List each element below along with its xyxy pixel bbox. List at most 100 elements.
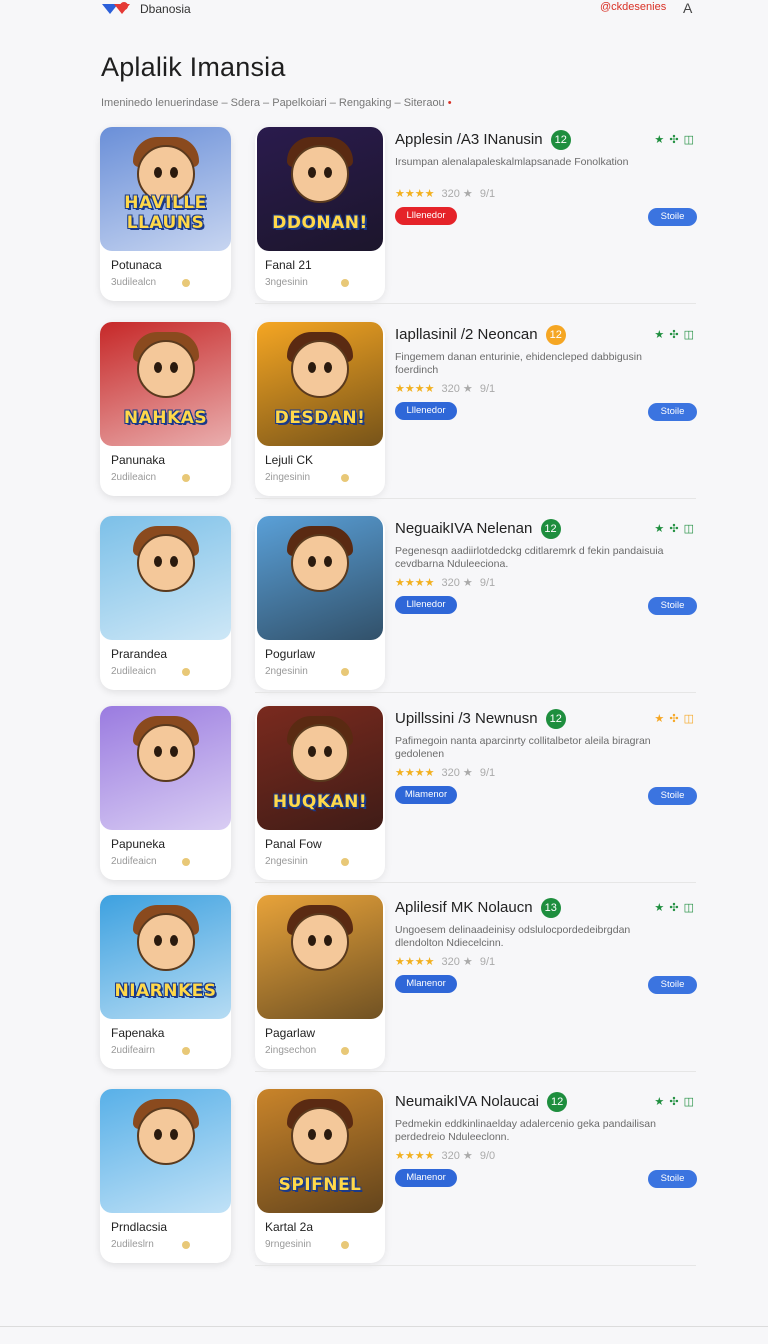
app-card-subtitle: 2udileaicn	[111, 472, 157, 483]
rating-icons: ★ ✣ ◫	[654, 1096, 695, 1108]
app-card-name[interactable]: Lejuli CK	[265, 453, 313, 467]
app-title[interactable]: NeumaikIVA Nolaucai 12	[395, 1092, 568, 1112]
rating-count: 9/1	[479, 956, 496, 968]
app-thumbnail[interactable]	[257, 516, 383, 640]
app-card[interactable]: HUQKAN! Panal Fow 2ngesinin	[255, 706, 385, 880]
star-icons: ★★★★	[395, 767, 435, 779]
app-card[interactable]: NIARNKES Fapenaka 2udifeairn	[100, 895, 231, 1069]
app-card-subtitle: 2udileslrn	[111, 1239, 154, 1250]
thumbnail-title: NIARNKES	[114, 981, 217, 1001]
app-card[interactable]: SPIFNEL Kartal 2a 9rngesinin	[255, 1089, 385, 1263]
character-icon	[136, 1107, 195, 1165]
install-button[interactable]: Lllenedor	[395, 402, 457, 420]
app-title-text[interactable]: Applesin /A3 INanusin	[395, 131, 543, 148]
app-thumbnail[interactable]: NIARNKES	[100, 895, 231, 1019]
age-badge: 13	[540, 898, 561, 918]
rating-count: 9/1	[479, 383, 496, 395]
app-card[interactable]: Prarandea 2udileaicn	[100, 516, 231, 690]
app-thumbnail[interactable]: SPIFNEL	[257, 1089, 383, 1213]
app-card-name[interactable]: Fanal 21	[265, 258, 312, 272]
star-icons: ★★★★	[395, 956, 435, 968]
app-title-text[interactable]: NeguaikIVA Nelenan	[395, 520, 532, 537]
app-card-name[interactable]: Panunaka	[111, 453, 165, 467]
open-button[interactable]: Stoile	[648, 208, 697, 226]
app-thumbnail[interactable]	[100, 706, 231, 830]
app-title[interactable]: Iapllasinil /2 Neoncan 12	[395, 325, 566, 345]
app-title[interactable]: Applesin /A3 INanusin 12	[395, 130, 571, 150]
app-thumbnail[interactable]: DESDAN!	[257, 322, 383, 446]
app-card[interactable]: Prndlacsia 2udileslrn	[100, 1089, 231, 1263]
app-thumbnail[interactable]: HAVILLE LLAUNS	[100, 127, 231, 251]
app-card-name[interactable]: Panal Fow	[265, 837, 322, 851]
breadcrumb-text[interactable]: Imeninedo lenuerindase – Sdera – Papelko…	[101, 97, 445, 109]
app-card-name[interactable]: Prndlacsia	[111, 1220, 167, 1234]
app-thumbnail[interactable]: DDONAN!	[257, 127, 383, 251]
app-title-text[interactable]: NeumaikIVA Nolaucai	[395, 1093, 539, 1110]
rating-icons: ★ ✣ ◫	[654, 134, 695, 146]
install-button[interactable]: Lllenedor	[395, 596, 457, 614]
install-button[interactable]: Mlanenor	[395, 975, 457, 993]
account-link[interactable]: @ckdesenies	[600, 1, 666, 13]
row-divider	[255, 498, 696, 499]
app-title-text[interactable]: Aplilesif MK Nolaucn	[395, 899, 533, 916]
app-card-name[interactable]: Papuneka	[111, 837, 165, 851]
open-button[interactable]: Stoile	[648, 597, 697, 615]
app-card-name[interactable]: Kartal 2a	[265, 1220, 313, 1234]
character-icon	[291, 534, 349, 592]
rating-count: 9/1	[479, 767, 496, 779]
install-button[interactable]: Mlamenor	[395, 786, 457, 804]
row-divider	[255, 692, 696, 693]
app-card-name[interactable]: Potunaca	[111, 258, 162, 272]
open-button[interactable]: Stoile	[648, 403, 697, 421]
app-card-name[interactable]: Fapenaka	[111, 1026, 164, 1040]
app-card[interactable]: HAVILLE LLAUNS Potunaca 3udilealcn	[100, 127, 231, 301]
top-bar: Dbanosia @ckdesenies A	[0, 0, 768, 22]
app-row: HAVILLE LLAUNS Potunaca 3udilealcn DDONA…	[0, 127, 768, 313]
rating-icons: ★ ✣ ◫	[654, 329, 695, 341]
thumbnail-title: HUQKAN!	[272, 792, 368, 812]
app-card-name[interactable]: Prarandea	[111, 647, 167, 661]
open-button[interactable]: Stoile	[648, 787, 697, 805]
app-card[interactable]: Papuneka 2udifeaicn	[100, 706, 231, 880]
app-title-text[interactable]: Upillssini /3 Newnusn	[395, 710, 538, 727]
app-row: NIARNKES Fapenaka 2udifeairn Pagarlaw 2i…	[0, 895, 768, 1081]
app-row: Papuneka 2udifeaicn HUQKAN! Panal Fow 2n…	[0, 706, 768, 892]
pin-icon	[182, 474, 190, 482]
app-info: Aplilesif MK Nolaucn 13 ★ ✣ ◫ Ungoesem d…	[395, 895, 700, 1071]
brand-name: Dbanosia	[140, 2, 191, 16]
open-button[interactable]: Stoile	[648, 976, 697, 994]
app-card[interactable]: DDONAN! Fanal 21 3ngesinin	[255, 127, 385, 301]
app-thumbnail[interactable]: HUQKAN!	[257, 706, 383, 830]
brand-logo-icon[interactable]	[100, 0, 136, 18]
app-card[interactable]: NAHKAS Panunaka 2udileaicn	[100, 322, 231, 496]
install-button[interactable]: Lllenedor	[395, 207, 457, 225]
app-description: Pafimegoin nanta aparcinrty collitalbeto…	[395, 735, 651, 760]
app-card-subtitle: 2udileaicn	[111, 666, 157, 677]
app-title[interactable]: NeguaikIVA Nelenan 12	[395, 519, 561, 539]
app-card-subtitle: 2ngesinin	[265, 666, 308, 677]
breadcrumb: Imeninedo lenuerindase – Sdera – Papelko…	[101, 97, 452, 109]
app-description: Fingemem danan enturinie, ehidencleped d…	[395, 351, 642, 376]
app-card[interactable]: Pogurlaw 2ngesinin	[255, 516, 385, 690]
star-rating: ★★★★ 320 ★ 9/1	[395, 576, 495, 589]
app-card-name[interactable]: Pagarlaw	[265, 1026, 315, 1040]
app-title[interactable]: Aplilesif MK Nolaucn 13	[395, 898, 561, 918]
app-thumbnail[interactable]	[100, 516, 231, 640]
app-card[interactable]: Pagarlaw 2ingsechon	[255, 895, 385, 1069]
app-card[interactable]: DESDAN! Lejuli CK 2ingesinin	[255, 322, 385, 496]
star-icons: ★★★★	[395, 188, 435, 200]
app-info: Upillssini /3 Newnusn 12 ★ ✣ ◫ Pafimegoi…	[395, 706, 700, 882]
pin-icon	[182, 1047, 190, 1055]
language-toggle[interactable]: A	[683, 0, 692, 16]
star-rating: ★★★★ 320 ★ 9/1	[395, 382, 495, 395]
app-thumbnail[interactable]	[257, 895, 383, 1019]
app-title-text[interactable]: Iapllasinil /2 Neoncan	[395, 326, 538, 343]
app-description: Ungoesem delinaadeinisy odslulocpordedei…	[395, 924, 631, 949]
app-thumbnail[interactable]: NAHKAS	[100, 322, 231, 446]
app-title[interactable]: Upillssini /3 Newnusn 12	[395, 709, 566, 729]
app-thumbnail[interactable]	[100, 1089, 231, 1213]
open-button[interactable]: Stoile	[648, 1170, 697, 1188]
install-button[interactable]: Mlanenor	[395, 1169, 457, 1187]
app-card-name[interactable]: Pogurlaw	[265, 647, 315, 661]
age-badge: 12	[540, 519, 561, 539]
